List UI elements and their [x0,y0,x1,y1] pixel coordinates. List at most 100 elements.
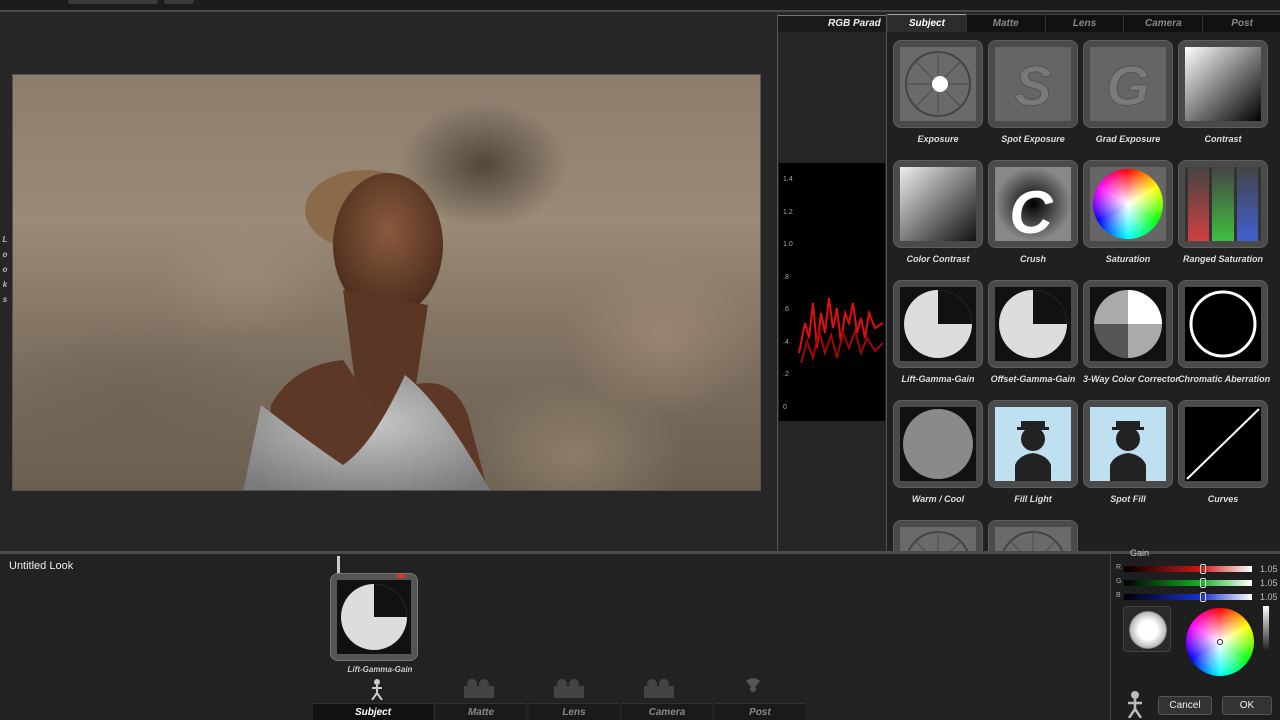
tool-label: 3-Way Color Corrector [1083,374,1179,384]
tool-thumbnail-frame[interactable] [1178,400,1268,488]
tab-lens[interactable]: Lens [1044,14,1124,32]
gain-slider-r[interactable]: R 1.05 [1114,564,1280,574]
tool-thumbnail-frame[interactable] [988,400,1078,488]
tab-subject[interactable]: Subject [887,14,966,32]
offset-gamma-gain-icon [995,287,1071,361]
tool-thumbnail-frame[interactable] [893,400,983,488]
effects-panel: Subject Matte Lens Camera Post Exposure S Spot… [886,14,1280,552]
tool-chromatic-aberration[interactable]: Chromatic Aberration [1178,280,1271,384]
slider-track[interactable] [1124,580,1252,586]
tool-thumbnail-frame[interactable] [893,40,983,128]
post-radiation-icon [743,678,760,694]
looks-tab-letter: o [2,265,8,274]
looks-tab-letter: k [2,280,8,289]
tool-spot-fill[interactable]: Spot Fill [1083,400,1173,504]
gain-swatch[interactable] [1123,606,1171,652]
slider-track[interactable] [1124,594,1252,600]
tool-thumbnail-frame[interactable] [1178,160,1268,248]
lens-camera-icon [554,679,584,698]
curve-line-icon [1185,407,1261,481]
tool-curves[interactable]: Curves [1178,400,1268,504]
tool-crush[interactable]: C Crush [988,160,1078,264]
slider-value: 1.05 [1260,578,1278,588]
tool-saturation[interactable]: Saturation [1083,160,1173,264]
tool-partial[interactable] [988,520,1078,552]
top-toolbar [0,0,1280,12]
svg-text:G: G [1106,54,1150,117]
tool-spot-exposure[interactable]: S Spot Exposure [988,40,1078,144]
tool-thumbnail-frame[interactable] [988,520,1078,552]
gain-slider-b[interactable]: B 1.05 [1114,592,1280,602]
slider-knob[interactable] [1200,564,1207,574]
tool-thumbnail-frame[interactable] [1083,160,1173,248]
tool-thumbnail-frame[interactable] [988,280,1078,368]
lift-gamma-gain-icon [337,580,411,654]
toolbar-stub[interactable] [68,0,158,4]
tool-thumbnail-frame[interactable]: G [1083,40,1173,128]
bottom-category-tabs: Subject Matte Lens Camera Post [313,703,805,720]
tool-thumbnail-frame[interactable] [1178,280,1268,368]
tool-thumbnail-frame[interactable] [1083,400,1173,488]
slider-knob[interactable] [1200,592,1207,602]
tool-thumbnail-frame[interactable]: S [988,40,1078,128]
tool-fill-light[interactable]: Fill Light [988,400,1078,504]
bottom-tab-subject[interactable]: Subject [313,703,433,720]
looks-side-tab[interactable]: Looks [0,236,10,304]
look-name[interactable]: Untitled Look [9,560,73,572]
tab-camera[interactable]: Camera [1123,14,1203,32]
tool-thumbnail-frame[interactable] [893,520,983,552]
scope-tick-label: 1.4 [783,176,793,183]
bottom-tab-post[interactable]: Post [715,703,805,720]
matte-camera-icon [464,679,494,698]
image-viewer[interactable] [12,74,761,491]
tool-thumbnail-frame[interactable] [1178,40,1268,128]
silhouette-icon [995,407,1071,481]
tool-label: Color Contrast [906,254,970,264]
tool-grad-exposure[interactable]: G Grad Exposure [1083,40,1173,144]
tool-thumbnail-frame[interactable] [893,280,983,368]
bottom-tab-camera[interactable]: Camera [622,703,712,720]
tool-label: Offset-Gamma-Gain [990,374,1076,384]
color-contrast-icon [900,167,976,241]
slider-knob[interactable] [1200,578,1207,588]
scope-tick-label: 0 [783,403,787,411]
toolbar-stub[interactable] [164,0,194,4]
tool-ranged-saturation[interactable]: Ranged Saturation [1178,160,1268,264]
slider-track[interactable] [1124,566,1252,572]
tool-lift-gamma-gain[interactable]: Lift-Gamma-Gain [893,280,983,384]
tool-thumbnail-frame[interactable]: C [988,160,1078,248]
tool-partial[interactable] [893,520,983,552]
timeline-node-lift-gamma-gain[interactable] [330,573,418,661]
slider-value: 1.05 [1260,592,1278,602]
looks-tab-letter: s [2,295,8,304]
tab-post[interactable]: Post [1202,14,1280,32]
scope-tick-label: 1.0 [783,241,793,248]
ok-button[interactable]: OK [1222,696,1272,715]
tool-3-way-color-corrector[interactable]: 3-Way Color Corrector [1083,280,1179,384]
rgb-parade-scope: 1.4 1.2 1.0 .8 .6 .4 .2 0 [779,163,885,421]
tool-contrast[interactable]: Contrast [1178,40,1268,144]
tool-label: Spot Exposure [1001,134,1065,144]
tool-exposure[interactable]: Exposure [893,40,983,144]
tool-thumbnail-frame[interactable] [1083,280,1173,368]
tool-offset-gamma-gain[interactable]: Offset-Gamma-Gain [988,280,1078,384]
tab-matte[interactable]: Matte [965,14,1045,32]
wheel-point[interactable] [1217,639,1223,645]
swatch-ball [1129,611,1167,649]
letter-g-icon: G [1090,47,1166,121]
tool-color-contrast[interactable]: Color Contrast [893,160,983,264]
scope-tick-label: 1.2 [783,208,793,216]
channel-label: R [1116,564,1122,571]
tool-warm-cool[interactable]: Warm / Cool [893,400,983,504]
bottom-tab-lens[interactable]: Lens [529,703,619,720]
color-wheel[interactable] [1186,608,1254,676]
brightness-slider[interactable] [1263,606,1269,650]
tool-label: Chromatic Aberration [1178,374,1271,384]
tool-thumbnail-frame[interactable] [893,160,983,248]
bottom-tab-matte[interactable]: Matte [436,703,526,720]
timeline-node-label: Lift-Gamma-Gain [347,665,413,674]
cancel-button[interactable]: Cancel [1158,696,1212,715]
playhead[interactable] [337,556,340,574]
contrast-gradient-icon [1185,47,1261,121]
gain-slider-g[interactable]: G 1.05 [1114,578,1280,588]
